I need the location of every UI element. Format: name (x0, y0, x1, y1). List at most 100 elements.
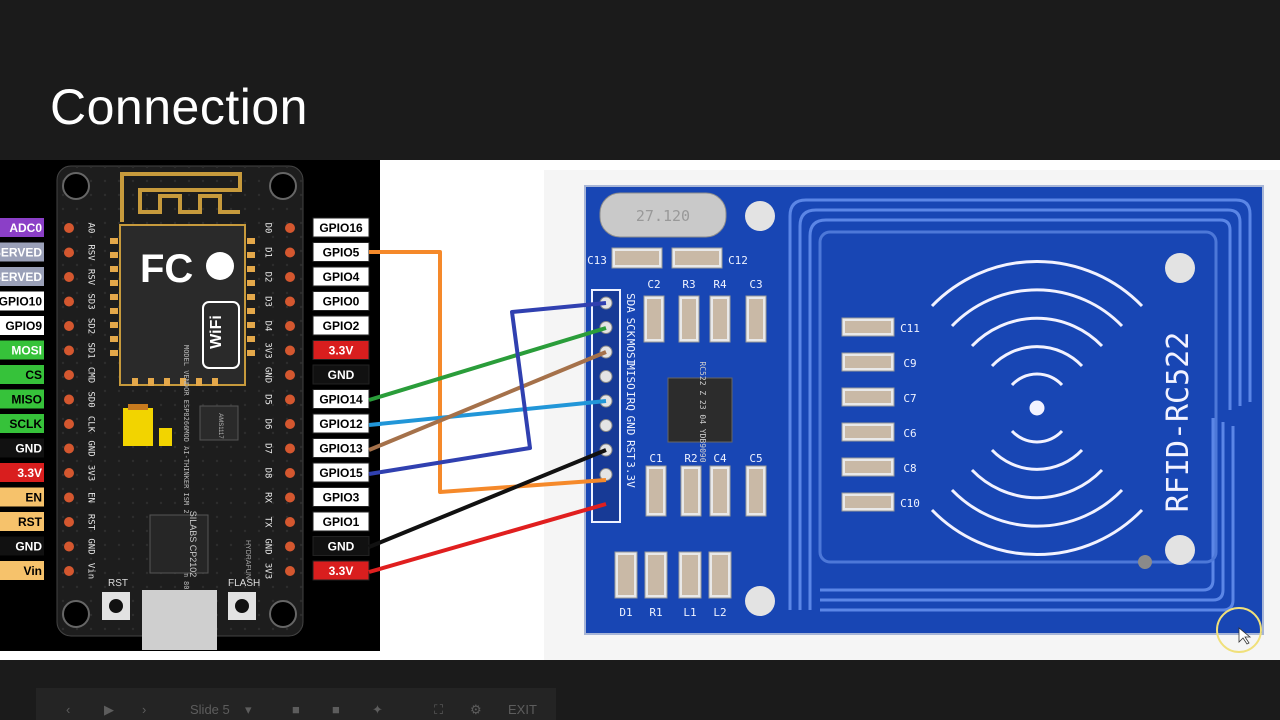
left-silk-label: SD0 (86, 391, 96, 407)
right-pin-label: GPIO15 (319, 466, 363, 480)
left-silk-label: 3V3 (86, 465, 96, 481)
gear-icon[interactable]: ⚙ (470, 702, 482, 718)
left-silk-label: RSV (86, 269, 96, 286)
rc522-chip-label: RC522 Z 23 04 YDB9090 (698, 361, 707, 462)
mounting-hole (745, 586, 775, 616)
mounting-hole (1165, 535, 1195, 565)
left-silk-label: Vin (86, 563, 96, 579)
pin-header (64, 394, 74, 405)
rst-button-label: RST (108, 578, 128, 589)
pin-header (64, 517, 74, 527)
pin-header (64, 345, 74, 356)
exit-button[interactable]: EXIT (508, 702, 537, 717)
slide-selector[interactable]: Slide 5 (190, 702, 230, 717)
right-silk-label: D4 (263, 321, 273, 332)
rfid-pin-label: IRQ (624, 391, 637, 411)
left-pin-label: 3.3V (17, 466, 42, 480)
right-silk-label: D1 (263, 247, 273, 258)
vendor-logo (206, 252, 234, 280)
pin-header (285, 468, 295, 478)
right-silk-label: TX (263, 517, 273, 528)
rfid-pin (599, 370, 613, 383)
usb-chip-label: SILABS CP2102 (188, 511, 198, 578)
component-label: C2 (647, 278, 660, 291)
left-silk-label: CLK (86, 416, 96, 433)
component-label: R2 (684, 452, 697, 465)
right-pin-label: GPIO0 (323, 295, 360, 309)
right-pin-label: GPIO2 (323, 319, 360, 333)
regulator-label: AMS1117 (217, 413, 223, 439)
fullscreen-icon[interactable]: ⛶ (434, 702, 443, 718)
pin-header (285, 443, 295, 454)
right-pin-label: GPIO12 (319, 417, 363, 431)
flash-button-label: FLASH (228, 578, 260, 589)
pin-header (285, 272, 295, 282)
component-label: C11 (900, 322, 920, 335)
pin-header (285, 345, 295, 356)
crystal-label: 27.120 (636, 207, 690, 225)
rfid-pin (599, 419, 613, 432)
right-pin-label: GND (328, 368, 355, 382)
mounting-hole (269, 172, 297, 200)
right-silk-label: D5 (263, 394, 273, 405)
component-label: C9 (903, 357, 916, 370)
left-pin-label: GND (15, 540, 42, 554)
right-silk-label: D0 (263, 223, 273, 234)
right-pin-label: GPIO4 (323, 270, 360, 284)
left-silk-label: SD1 (86, 342, 96, 358)
right-silk-label: D3 (263, 296, 273, 307)
capacitor-small (159, 428, 172, 446)
right-silk-label: 3V3 (263, 342, 273, 358)
pin-header (285, 517, 295, 527)
right-silk-label: GND (263, 367, 273, 383)
component-label: C1 (649, 452, 662, 465)
right-pin-label: 3.3V (329, 344, 354, 358)
right-pin-label: GPIO1 (323, 515, 360, 529)
right-pin-label: GPIO13 (319, 442, 363, 456)
left-pin-label: GPIO10 (0, 295, 42, 309)
component-label: R3 (682, 278, 695, 291)
component-label: C3 (749, 278, 762, 291)
component-label: C4 (713, 452, 727, 465)
mounting-hole (269, 600, 297, 628)
chevron-down-icon[interactable]: ▾ (245, 702, 252, 718)
mounting-hole (1165, 253, 1195, 283)
usb-serial-chip (149, 514, 209, 574)
component-label: L2 (713, 606, 726, 619)
previous-slide-icon[interactable]: ‹ (66, 702, 70, 717)
right-pin-label: GND (328, 540, 355, 554)
component-label: C10 (900, 497, 920, 510)
right-silk-label: GND (263, 538, 273, 554)
left-silk-label: GND (86, 538, 96, 554)
left-silk-label: RST (86, 514, 96, 531)
pin-header (285, 223, 295, 233)
pin-header (64, 468, 74, 478)
left-silk-label: SD3 (86, 293, 96, 309)
pin-header (64, 321, 74, 331)
left-silk-label: SD2 (86, 318, 96, 334)
rfid-pin-label: SDA (624, 293, 637, 313)
pin-header (64, 272, 74, 282)
pin-header (285, 394, 295, 405)
pin-header (64, 443, 74, 454)
rfid-pin-label: MOSI (624, 339, 637, 366)
pin-header (64, 541, 74, 552)
left-pin-label: GPIO9 (5, 319, 42, 333)
pointer-icon[interactable]: ✦ (372, 702, 383, 718)
comments-icon[interactable]: ■ (332, 702, 340, 717)
rfid-pin-label: MISO (624, 363, 637, 390)
pin-header (64, 492, 74, 503)
play-icon[interactable]: ▶ (104, 702, 114, 718)
speaker-notes-icon[interactable]: ■ (292, 702, 300, 717)
next-slide-icon[interactable]: › (142, 702, 146, 717)
mounting-hole (62, 600, 90, 628)
left-pin-label: RESERVED (0, 270, 42, 284)
left-pin-label: CS (25, 368, 42, 382)
right-silk-label: D7 (263, 443, 273, 454)
right-silk-label: D6 (263, 419, 273, 430)
rfid-pin-label: RST (624, 440, 637, 460)
pin-header (64, 223, 74, 233)
right-pin-label: GPIO5 (323, 246, 360, 260)
pin-header (64, 296, 74, 307)
pin-header (285, 321, 295, 331)
